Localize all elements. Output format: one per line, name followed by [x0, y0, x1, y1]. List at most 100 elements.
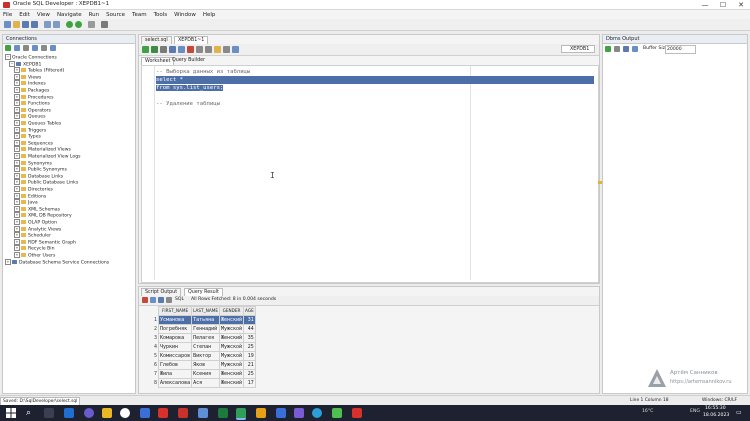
tree-item[interactable]: + Materialized Views [14, 146, 71, 153]
table-cell[interactable]: Мужской [218, 360, 245, 370]
tree-item[interactable]: + Database Links [14, 172, 63, 180]
table-cell[interactable]: Усманова [157, 315, 193, 325]
expand-icon[interactable]: + [14, 73, 20, 80]
expand-icon[interactable]: + [14, 252, 20, 258]
windows-start-icon[interactable] [6, 408, 16, 418]
table-cell[interactable]: Погребняк [157, 324, 193, 334]
run-statement-icon[interactable] [142, 46, 149, 53]
save-all-icon[interactable] [31, 21, 38, 28]
tree-item[interactable]: + Queues [14, 113, 46, 120]
close-button[interactable]: ✕ [732, 0, 750, 10]
expand-icon[interactable]: + [14, 166, 20, 173]
table-cell[interactable]: Пелагея [191, 333, 220, 343]
monitor-icon[interactable] [101, 21, 108, 28]
table-cell[interactable]: 21 [243, 360, 256, 370]
expand-icon[interactable]: + [14, 133, 20, 140]
tree-item[interactable]: + XML Schemas [14, 205, 60, 213]
tree-item[interactable]: + XML DB Repository [14, 212, 72, 219]
expand-icon[interactable]: + [14, 80, 20, 87]
table-cell[interactable]: Жила [157, 369, 193, 379]
table-row[interactable]: 2 Погребняк Геннадий Мужской 44 [150, 324, 256, 334]
expand-icon[interactable]: + [14, 120, 20, 126]
table-cell[interactable]: Женский [218, 333, 245, 343]
tree-item[interactable]: + Materialized View Logs [14, 153, 81, 160]
menu-navigate[interactable]: Navigate [57, 12, 82, 18]
tree-item[interactable]: + Recycle Bin [14, 245, 54, 252]
explorer-icon[interactable] [102, 408, 112, 418]
column-header[interactable]: LAST_NAME [191, 306, 220, 316]
tree-item[interactable]: + Types [14, 133, 41, 140]
menu-team[interactable]: Team [132, 12, 147, 18]
table-cell[interactable]: Глебов [157, 360, 193, 370]
table-cell[interactable]: Виктор [191, 351, 220, 361]
expand-icon[interactable]: + [14, 192, 20, 199]
weather-temp[interactable]: 16°C [642, 409, 653, 414]
refresh-result-icon[interactable] [158, 297, 164, 303]
clock-time[interactable]: 16:55:30 [705, 406, 726, 411]
expand-icon[interactable]: + [14, 93, 20, 100]
tree-item[interactable]: + Indexes [14, 80, 46, 87]
refresh-icon[interactable] [14, 45, 20, 51]
expand-icon[interactable]: + [14, 219, 20, 225]
commit-icon[interactable] [178, 46, 185, 53]
export-result-icon[interactable] [166, 297, 172, 303]
telegram-icon[interactable] [312, 408, 322, 418]
tree-item[interactable]: + Directories [14, 186, 53, 193]
print-result-icon[interactable] [150, 297, 156, 303]
table-cell[interactable]: Ася [191, 378, 220, 388]
expand-icon[interactable]: + [14, 113, 20, 120]
run-script-icon[interactable] [151, 46, 158, 53]
table-cell[interactable]: Геннадий [191, 324, 220, 334]
table-cell[interactable]: Комарова [157, 333, 193, 343]
tree-item[interactable]: + Public Database Links [14, 179, 78, 186]
tree-item[interactable]: + Other Users [14, 252, 55, 259]
table-cell[interactable]: Степан [191, 342, 220, 352]
table-cell[interactable]: Мужской [218, 351, 245, 361]
redo-icon[interactable] [53, 21, 60, 28]
table-cell[interactable]: 35 [243, 333, 256, 343]
tree-item[interactable]: + Packages [14, 87, 49, 94]
maximize-button[interactable]: ☐ [714, 0, 732, 10]
expand-icon[interactable]: + [14, 159, 20, 166]
expand-icon[interactable]: + [14, 153, 20, 159]
expand-icon[interactable]: + [14, 172, 20, 179]
clear-output-icon[interactable] [614, 46, 620, 52]
table-cell[interactable]: Мужской [218, 342, 245, 352]
tree-item[interactable]: + Procedures [14, 93, 53, 101]
menu-file[interactable]: File [3, 12, 12, 18]
table-cell[interactable]: 44 [243, 324, 256, 334]
new-file-icon[interactable] [4, 21, 11, 28]
undo-icon[interactable] [44, 21, 51, 28]
history-icon[interactable] [214, 46, 221, 53]
column-header[interactable]: FIRST_NAME [157, 306, 193, 316]
expand-icon[interactable]: + [14, 139, 20, 146]
table-row[interactable]: 8 Алексалова Ася Женский 17 [150, 378, 256, 388]
menu-edit[interactable]: Edit [19, 12, 30, 18]
clear-icon[interactable] [205, 46, 212, 53]
expand-icon[interactable]: + [14, 232, 20, 239]
app-icon-purple[interactable] [294, 408, 304, 418]
back-icon[interactable] [66, 21, 73, 28]
autotrace-icon[interactable] [160, 46, 167, 53]
expand-icon[interactable]: + [14, 126, 20, 133]
expand-icon[interactable]: + [14, 186, 20, 192]
enable-output-icon[interactable] [605, 46, 611, 52]
print-icon[interactable] [632, 46, 638, 52]
table-cell[interactable]: Татьяна [191, 315, 220, 325]
table-cell[interactable]: Мужской [218, 324, 245, 334]
app-icon-blue[interactable] [140, 408, 150, 418]
table-cell[interactable]: 25 [243, 369, 256, 379]
tree-item[interactable]: + OLAP Option [14, 219, 57, 226]
table-row[interactable]: 1 Усманова Татьяна Женский 31 [150, 315, 256, 325]
open-folder-icon[interactable] [13, 21, 20, 28]
meet-icon[interactable] [84, 408, 94, 418]
search-icon[interactable]: ⌕ [26, 408, 36, 418]
tree-item[interactable]: + Sequences [14, 139, 53, 147]
tree-item[interactable]: + Operators [14, 106, 51, 114]
format-icon[interactable] [223, 46, 230, 53]
tree-item[interactable]: + Synonyms [14, 159, 52, 167]
connection-select[interactable]: XEPDB1 [561, 45, 595, 53]
save-icon[interactable] [22, 21, 29, 28]
expand-icon[interactable]: + [14, 245, 20, 252]
schema-browser-icon[interactable] [32, 45, 38, 51]
